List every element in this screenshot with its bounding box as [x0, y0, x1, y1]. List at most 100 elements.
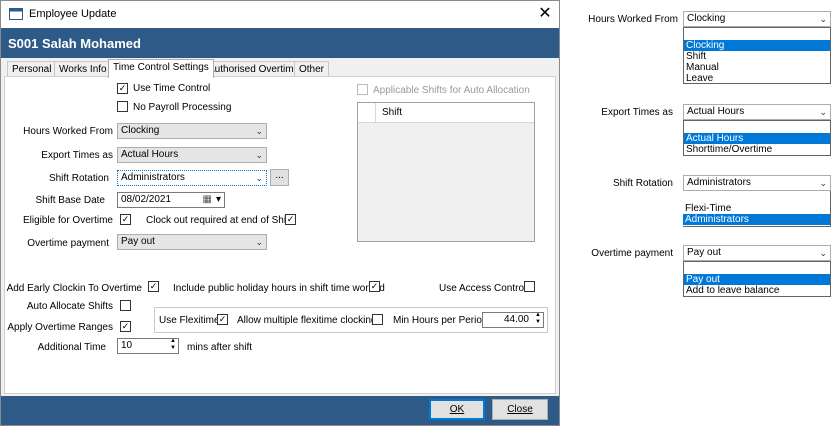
chevron-down-icon: ⌄ [819, 14, 827, 24]
shift-grid-header: Shift [358, 103, 534, 123]
shift-rotation-select[interactable]: Administrators ⌄ [117, 170, 267, 186]
tab-other[interactable]: Other [294, 61, 330, 77]
export-times-as-select[interactable]: Actual Hours ⌄ [117, 147, 267, 163]
chevron-down-icon: ⌄ [819, 248, 827, 258]
overtime-payment-select[interactable]: Pay out ⌄ [117, 234, 267, 250]
min-hours-value: 44.00 [503, 314, 529, 325]
chevron-down-icon: ⌄ [255, 150, 263, 160]
option-actual-hours[interactable]: Actual Hours [684, 133, 830, 144]
example-hours-worked-from-select[interactable]: Clocking ⌄ [683, 11, 831, 27]
example-export-times-as-value: Actual Hours [687, 106, 745, 117]
additional-time-label: Additional Time [37, 342, 106, 353]
eligible-for-overtime-checkbox[interactable]: ✓ [120, 214, 131, 225]
example-hours-worked-from-label: Hours Worked From [588, 14, 678, 25]
example-overtime-payment-label: Overtime payment [591, 248, 673, 259]
allow-multiple-flexitime-label: Allow multiple flexitime clockings [237, 315, 382, 326]
tab-time-control-settings[interactable]: Time Control Settings [108, 59, 214, 78]
close-button[interactable]: Close [492, 399, 548, 420]
example-shift-rotation-select[interactable]: Administrators ⌄ [683, 175, 831, 191]
spin-down-icon[interactable]: ▼ [170, 345, 176, 352]
additional-time-input[interactable]: 10 ▲ ▼ [117, 338, 179, 354]
shift-base-date-label: Shift Base Date [35, 195, 105, 206]
include-public-holiday-checkbox[interactable]: ✓ [369, 281, 380, 292]
auto-allocate-shifts-label: Auto Allocate Shifts [26, 301, 113, 312]
additional-time-value: 10 [121, 340, 133, 351]
overtime-payment-options: Pay out Add to leave balance [683, 261, 831, 297]
shift-base-date-value: 08/02/2021 [121, 194, 172, 205]
use-flexitime-label: Use Flexitime [159, 315, 220, 326]
employee-name: S001 Salah Mohamed [8, 36, 141, 51]
shift-rotation-browse-button[interactable]: ... [270, 169, 289, 186]
example-overtime-payment-select[interactable]: Pay out ⌄ [683, 245, 831, 261]
shift-column-header: Shift [382, 107, 403, 118]
clock-out-required-label: Clock out required at end of Shift [146, 215, 292, 226]
grid-corner-cell [358, 103, 376, 122]
example-export-times-as-select[interactable]: Actual Hours ⌄ [683, 104, 831, 120]
use-time-control-label: Use Time Control [133, 83, 211, 94]
apply-overtime-ranges-label: Apply Overtime Ranges [7, 322, 113, 333]
overtime-payment-value: Pay out [121, 236, 155, 247]
employee-update-dialog: Employee Update ✕ S001 Salah Mohamed Per… [0, 0, 560, 426]
employee-banner: S001 Salah Mohamed [1, 28, 559, 58]
tab-works-info[interactable]: Works Info [54, 61, 112, 77]
shift-rotation-options: Flexi-Time Administrators [683, 191, 831, 227]
clock-out-required-checkbox[interactable]: ✓ [285, 214, 296, 225]
option-pay-out[interactable]: Pay out [684, 274, 830, 285]
hours-worked-from-select[interactable]: Clocking ⌄ [117, 123, 267, 139]
min-hours-per-period-label: Min Hours per Period [393, 315, 488, 326]
option-add-to-leave-balance[interactable]: Add to leave balance [684, 285, 779, 296]
example-shift-rotation-label: Shift Rotation [612, 178, 673, 189]
spin-down-icon[interactable]: ▼ [535, 319, 541, 326]
option-shift[interactable]: Shift [684, 51, 706, 62]
no-payroll-processing-label: No Payroll Processing [133, 102, 232, 113]
ok-button[interactable]: OK [429, 399, 485, 420]
option-shorttime-overtime[interactable]: Shorttime/Overtime [684, 144, 772, 155]
eligible-for-overtime-label: Eligible for Overtime [22, 215, 113, 226]
hours-worked-from-options: Clocking Shift Manual Leave [683, 27, 831, 84]
ok-button-label: OK [449, 404, 465, 415]
use-flexitime-checkbox[interactable]: ✓ [217, 314, 228, 325]
chevron-down-icon: ▾ [215, 194, 221, 205]
include-public-holiday-label: Include public holiday hours in shift ti… [173, 283, 385, 294]
export-times-as-value: Actual Hours [121, 149, 179, 160]
option-administrators[interactable]: Administrators [683, 214, 830, 225]
title-bar: Employee Update ✕ [1, 1, 559, 28]
export-times-as-options: Actual Hours Shorttime/Overtime [683, 120, 831, 156]
spin-up-icon[interactable]: ▲ [170, 338, 176, 345]
tab-authorised-overtime[interactable]: Authorised Overtime [203, 61, 305, 77]
export-times-as-label: Export Times as [41, 150, 113, 161]
no-payroll-processing-checkbox[interactable] [117, 101, 128, 112]
applicable-shifts-checkbox[interactable] [357, 84, 368, 95]
option-leave[interactable]: Leave [684, 73, 713, 84]
option-flexi-time[interactable]: Flexi-Time [683, 203, 731, 214]
use-access-control-checkbox[interactable] [524, 281, 535, 292]
option-clocking[interactable]: Clocking [684, 40, 830, 51]
spin-up-icon[interactable]: ▲ [535, 312, 541, 319]
min-hours-per-period-input[interactable]: 44.00 ▲ ▼ [482, 312, 544, 328]
shift-base-date-picker[interactable]: 08/02/2021 ▦ ▾ [117, 192, 225, 208]
overtime-payment-label: Overtime payment [27, 238, 109, 249]
auto-allocate-shifts-checkbox[interactable] [120, 300, 131, 311]
chevron-down-icon: ⌄ [255, 126, 263, 136]
hours-worked-from-value: Clocking [121, 125, 160, 136]
example-hours-worked-from-value: Clocking [687, 13, 726, 24]
example-shift-rotation-value: Administrators [687, 177, 751, 188]
tab-personal[interactable]: Personal [7, 61, 57, 77]
chevron-down-icon: ⌄ [819, 107, 827, 117]
applicable-shifts-grid[interactable]: Shift [357, 102, 535, 242]
hours-worked-from-label: Hours Worked From [23, 126, 113, 137]
chevron-down-icon: ⌄ [819, 178, 827, 188]
option-manual[interactable]: Manual [684, 62, 719, 73]
shift-rotation-value: Administrators [121, 172, 185, 183]
app-window-icon [9, 8, 23, 20]
calendar-icon: ▦ [202, 194, 212, 205]
example-overtime-payment-value: Pay out [687, 247, 721, 258]
chevron-down-icon: ⌄ [255, 173, 263, 183]
apply-overtime-ranges-checkbox[interactable]: ✓ [120, 321, 131, 332]
close-window-icon[interactable]: ✕ [534, 3, 556, 25]
allow-multiple-flexitime-checkbox[interactable] [372, 314, 383, 325]
use-time-control-checkbox[interactable]: ✓ [117, 83, 128, 94]
shift-rotation-label: Shift Rotation [48, 173, 109, 184]
add-early-clockin-checkbox[interactable]: ✓ [148, 281, 159, 292]
add-early-clockin-label: Add Early Clockin To Overtime [6, 283, 142, 294]
